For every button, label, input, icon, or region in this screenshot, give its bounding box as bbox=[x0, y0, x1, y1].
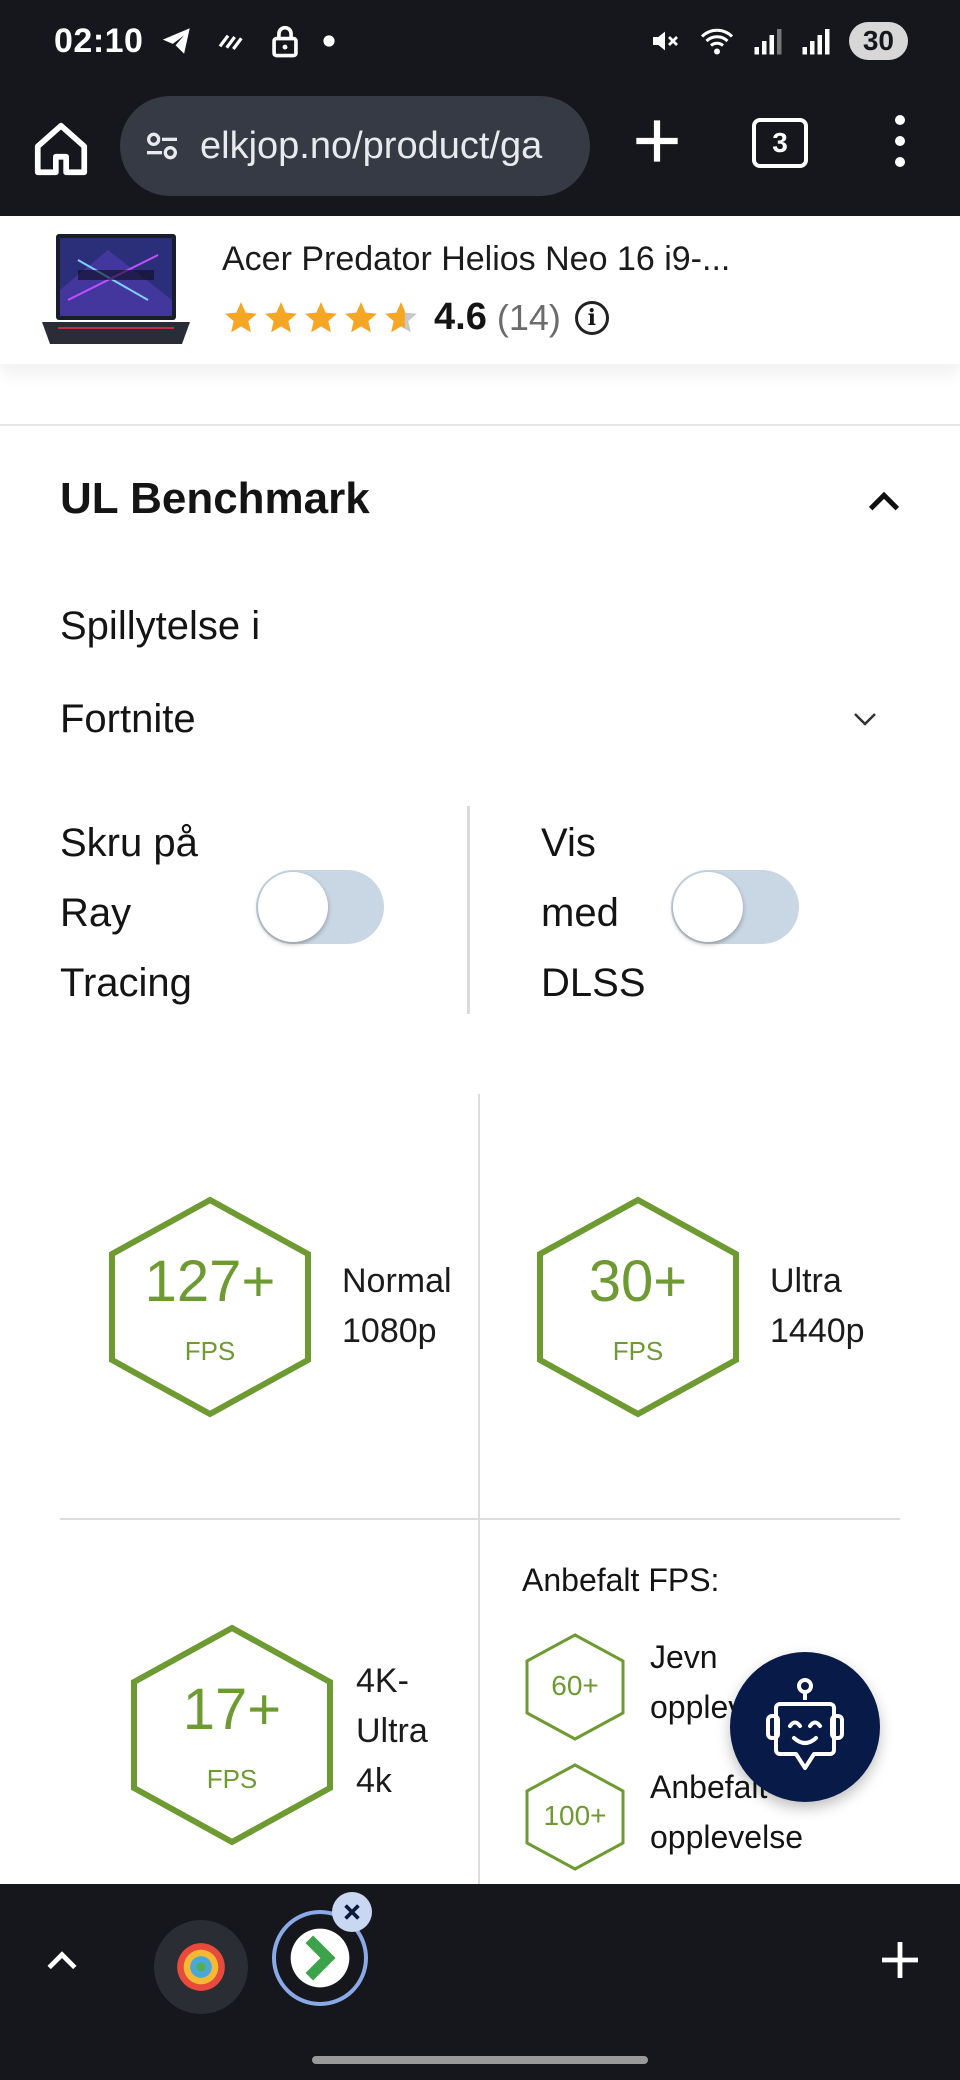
chevron-up-icon[interactable] bbox=[864, 482, 904, 522]
home-icon[interactable] bbox=[30, 118, 92, 180]
toggle-divider bbox=[467, 806, 470, 1014]
status-time: 02:10 bbox=[54, 22, 144, 60]
star-icon bbox=[305, 301, 337, 332]
fps-description: Ultra 1440p bbox=[770, 1262, 865, 1350]
battery-badge: 30 bbox=[848, 22, 908, 60]
fps-value: 127+ bbox=[144, 1249, 276, 1314]
fps-value: 17+ bbox=[182, 1677, 282, 1742]
game-select-value: Fortnite bbox=[60, 696, 196, 741]
fps-description: Normal 1080p bbox=[342, 1262, 452, 1350]
chevron-down-icon bbox=[854, 713, 876, 726]
star-icon bbox=[265, 301, 297, 332]
fps-unit: FPS bbox=[612, 1336, 664, 1366]
recommended-fps-title: Anbefalt FPS: bbox=[522, 1562, 720, 1598]
fps-result-normal: 127+ FPS Normal 1080p bbox=[108, 1196, 452, 1418]
fps-description: 4K- Ultra 4k bbox=[356, 1662, 428, 1800]
sticky-product-header: Acer Predator Helios Neo 16 i9-... 4.6 (… bbox=[0, 218, 960, 364]
site-settings-icon[interactable] bbox=[142, 126, 182, 166]
elkjop-favicon-icon bbox=[290, 1928, 350, 1988]
product-title[interactable]: Acer Predator Helios Neo 16 i9-... bbox=[222, 240, 730, 279]
fps-unit: FPS bbox=[206, 1764, 258, 1794]
robot-chat-icon bbox=[766, 1678, 844, 1770]
address-bar[interactable]: elkjop.no/product/ga bbox=[120, 96, 590, 196]
ray-tracing-switch[interactable] bbox=[256, 870, 384, 944]
bottom-toolbar bbox=[0, 1884, 960, 2080]
mute-icon bbox=[652, 31, 678, 51]
url-text: elkjop.no/product/ga bbox=[200, 124, 543, 167]
wifi-icon bbox=[700, 28, 733, 55]
status-notification-icons bbox=[160, 24, 336, 58]
signal-r-icon bbox=[802, 29, 830, 55]
lock-icon bbox=[272, 25, 298, 58]
rating-stars bbox=[222, 299, 420, 337]
section-divider bbox=[0, 424, 960, 426]
ray-tracing-toggle-group: Skru på Ray Tracing bbox=[60, 808, 460, 1018]
rating-score: 4.6 bbox=[434, 296, 487, 338]
grid-divider-horizontal bbox=[60, 1518, 900, 1520]
tab-switcher-button[interactable]: 3 bbox=[752, 118, 808, 168]
signal-icon bbox=[754, 29, 782, 55]
gesture-handle bbox=[312, 2056, 648, 2064]
fps-result-4k: 17+ FPS 4K- Ultra 4k bbox=[130, 1624, 450, 1846]
status-bar: 02:10 30 bbox=[0, 0, 960, 88]
review-count: (14) bbox=[496, 296, 561, 338]
status-system-icons: 30 bbox=[649, 22, 908, 60]
grid-divider-vertical bbox=[478, 1094, 480, 1884]
section-title[interactable]: UL Benchmark bbox=[60, 474, 370, 524]
product-rating[interactable]: 4.6 (14) i bbox=[222, 296, 609, 339]
more-menu-icon[interactable] bbox=[880, 110, 920, 172]
chat-assistant-button[interactable] bbox=[730, 1652, 880, 1802]
switch-knob bbox=[673, 872, 743, 942]
switch-knob bbox=[258, 872, 328, 942]
dlss-switch[interactable] bbox=[671, 870, 799, 944]
fps-value: 100+ bbox=[543, 1800, 607, 1831]
star-icon bbox=[225, 301, 257, 332]
target-favicon-icon bbox=[177, 1943, 225, 1991]
fps-value: 60+ bbox=[551, 1670, 599, 1701]
close-icon[interactable] bbox=[332, 1892, 372, 1932]
chevron-up-icon[interactable] bbox=[40, 1940, 84, 1984]
product-image[interactable] bbox=[38, 230, 194, 350]
tab-group-button[interactable] bbox=[154, 1920, 248, 2014]
dlss-toggle-group: Vis med DLSS bbox=[541, 808, 901, 1018]
data-stripes-icon bbox=[218, 34, 243, 50]
fps-value: 30+ bbox=[588, 1249, 688, 1314]
star-icon bbox=[345, 301, 377, 332]
star-icon bbox=[385, 301, 417, 332]
fps-unit: FPS bbox=[184, 1336, 236, 1366]
new-tab-icon[interactable] bbox=[626, 110, 688, 172]
plus-icon[interactable] bbox=[876, 1936, 924, 1984]
game-select[interactable]: Fortnite bbox=[60, 690, 900, 748]
telegram-icon bbox=[162, 28, 190, 54]
game-select-label: Spillytelse i bbox=[60, 604, 261, 648]
dot-icon bbox=[323, 35, 335, 47]
info-icon[interactable]: i bbox=[574, 300, 609, 335]
fps-result-ultra: 30+ FPS Ultra 1440p bbox=[536, 1196, 866, 1418]
browser-toolbar: elkjop.no/product/ga 3 bbox=[0, 88, 960, 216]
